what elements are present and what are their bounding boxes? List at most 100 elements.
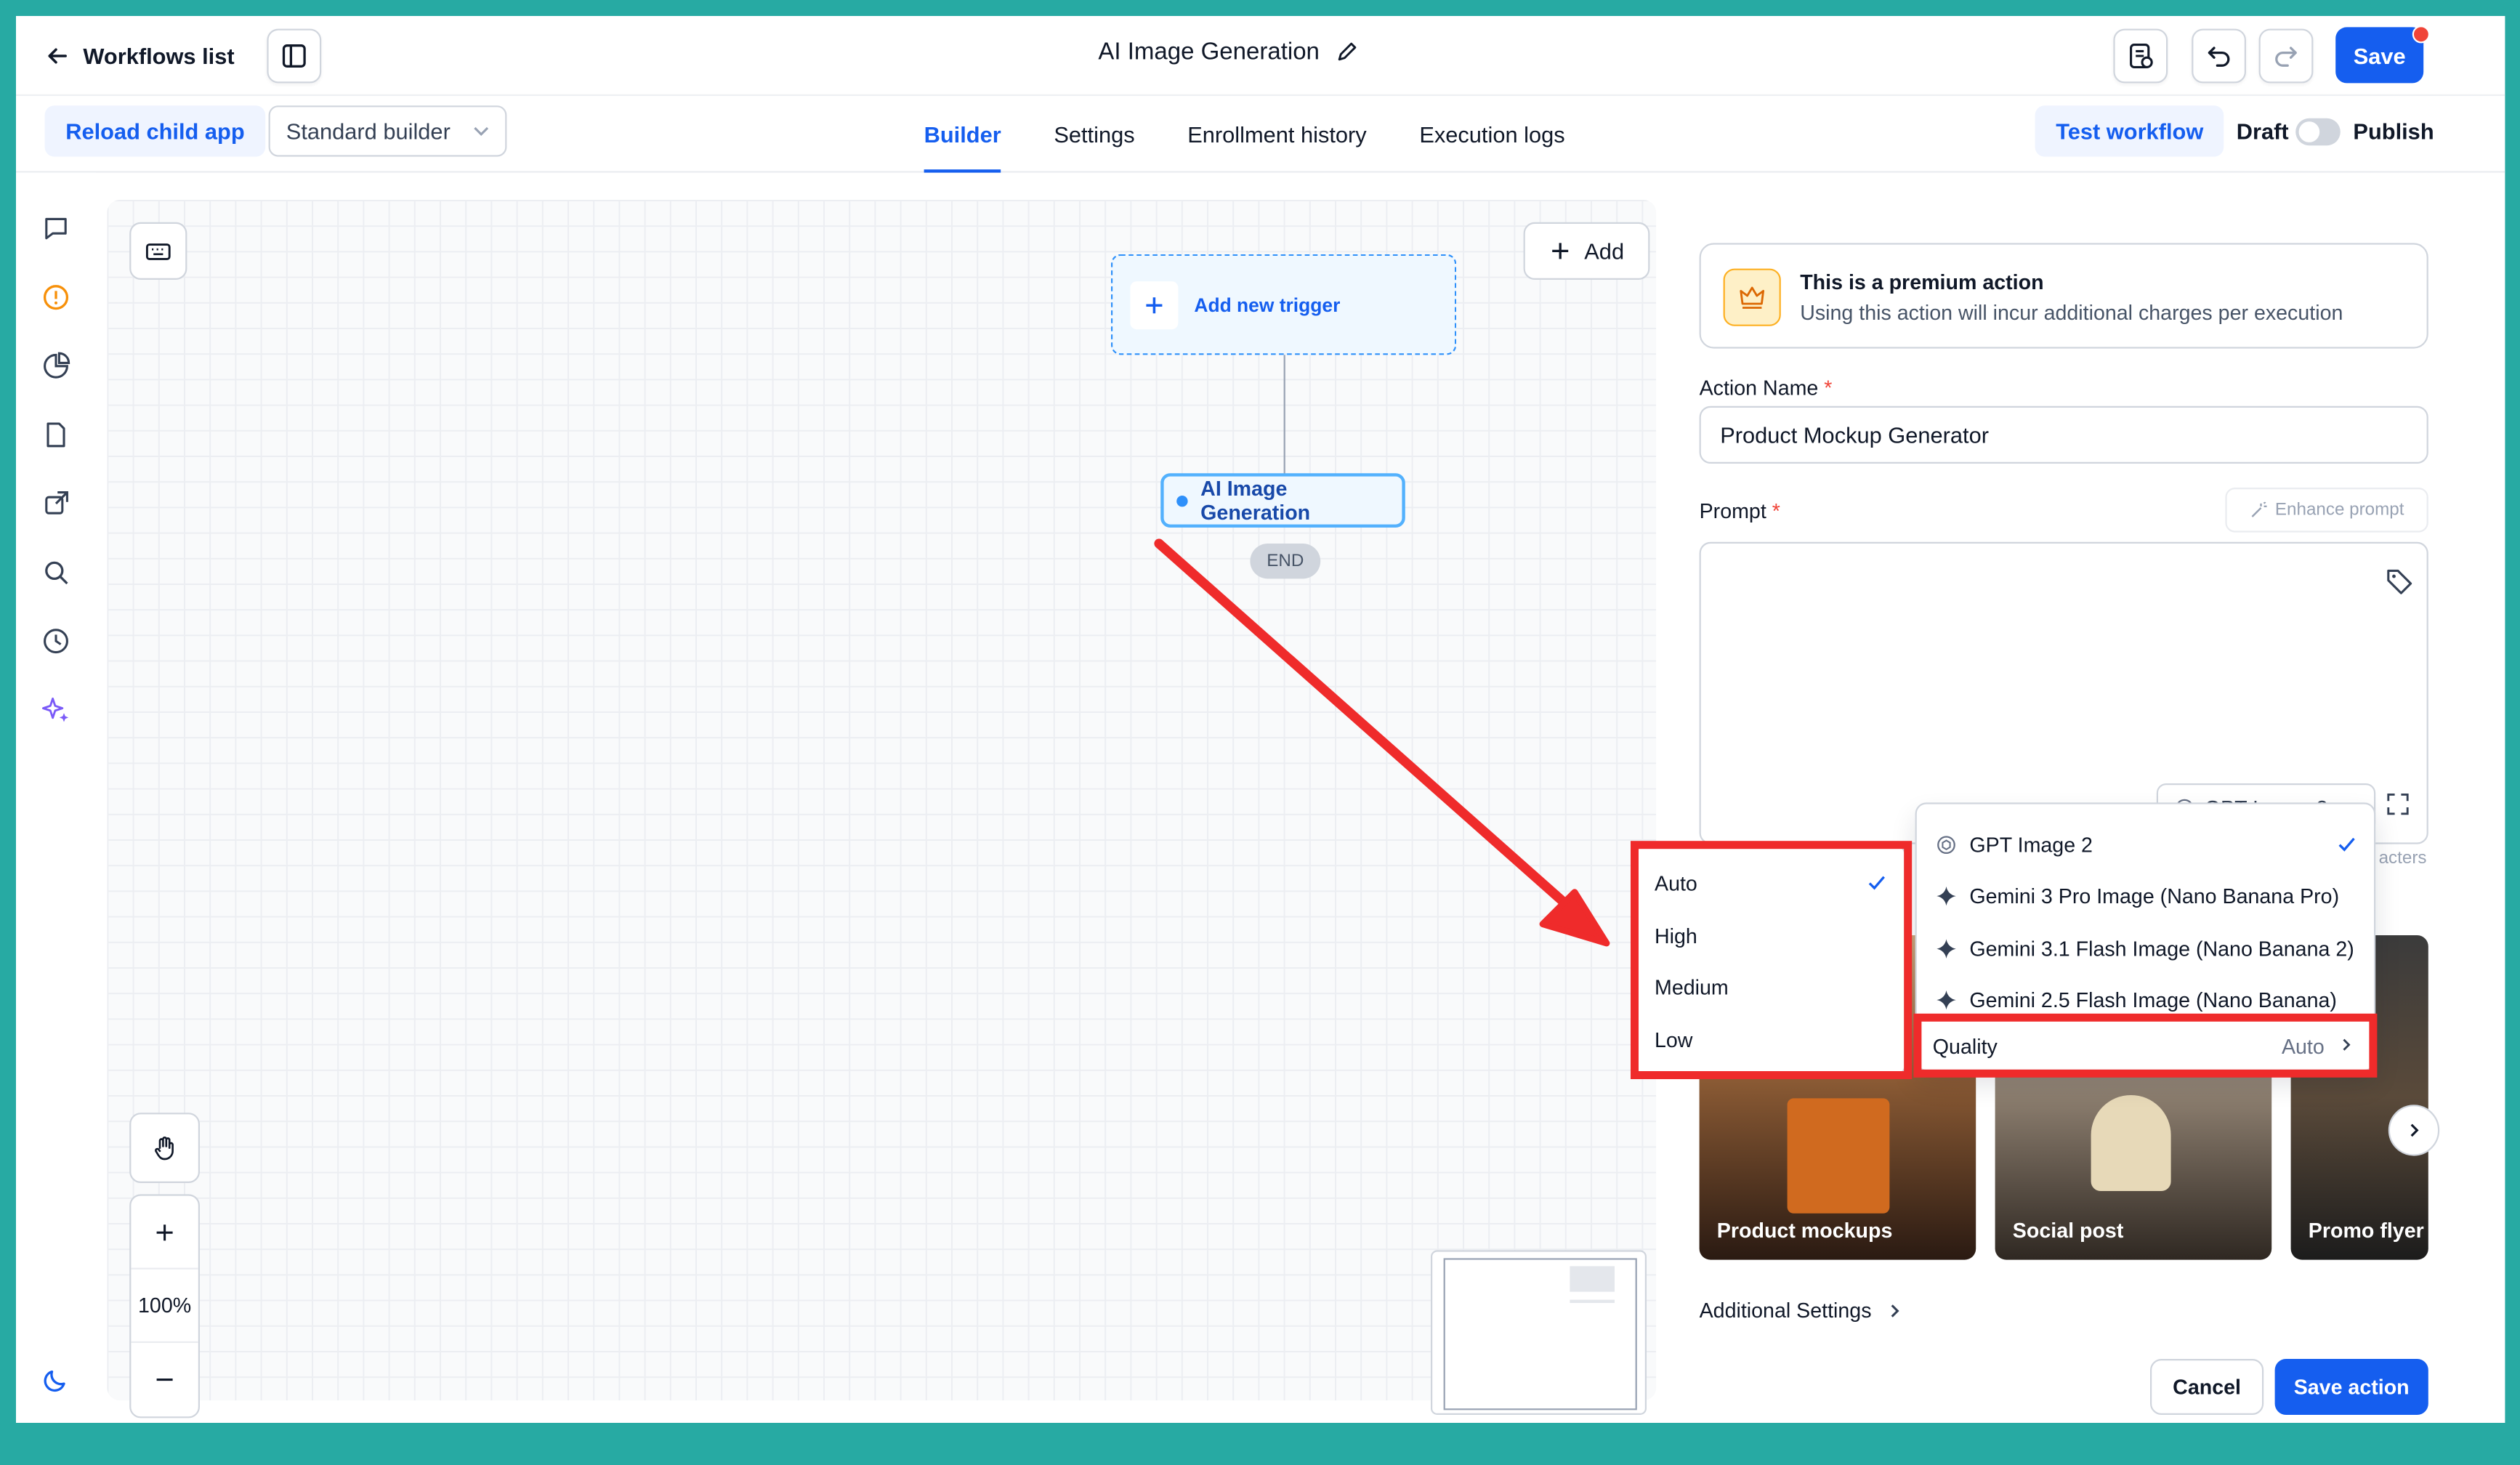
model-option-gemini-3-pro[interactable]: Gemini 3 Pro Image (Nano Banana Pro)	[1917, 870, 2374, 921]
logs-button[interactable]	[2113, 28, 2168, 84]
top-bar: Workflows list AI Image Generation Save	[16, 16, 2505, 96]
model-option-gpt-image-2[interactable]: GPT Image 2	[1917, 818, 2374, 869]
reload-child-app-button[interactable]: Reload child app	[44, 105, 266, 157]
minimap-node	[1570, 1266, 1615, 1292]
back-label: Workflows list	[83, 43, 235, 69]
template-caption: Promo flyer	[2308, 1218, 2424, 1243]
tab-enrollment-history[interactable]: Enrollment history	[1187, 96, 1367, 173]
model-option-label: GPT Image 2	[1969, 832, 2093, 857]
chevron-right-icon	[1890, 1304, 1899, 1317]
unsaved-indicator	[2412, 25, 2430, 44]
workflow-title-text: AI Image Generation	[1098, 38, 1320, 66]
history-icon[interactable]	[29, 614, 84, 669]
redo-button[interactable]	[2258, 28, 2314, 84]
action-config-panel: This is a premium action Using this acti…	[1675, 200, 2452, 1415]
person-graphic	[2091, 1095, 2171, 1191]
premium-description: Using this action will incur additional …	[1800, 300, 2343, 325]
template-caption: Social post	[2012, 1218, 2124, 1243]
test-workflow-button[interactable]: Test workflow	[2035, 105, 2224, 157]
minimap-node-line	[1570, 1299, 1615, 1303]
character-count: acters	[2378, 849, 2427, 868]
node-label: AI Image Generation	[1200, 476, 1311, 525]
tab-bar: Builder Settings Enrollment history Exec…	[924, 96, 1618, 173]
left-rail	[16, 172, 96, 1423]
document-list-icon	[2130, 44, 2153, 68]
gemini-sparkle-icon	[1937, 885, 1956, 905]
arrow-left-icon	[48, 48, 67, 64]
draft-label: Draft	[2236, 118, 2289, 144]
tab-builder[interactable]: Builder	[924, 96, 1002, 173]
carousel-next-button[interactable]	[2388, 1105, 2440, 1156]
file-icon[interactable]	[29, 408, 84, 462]
node-connector	[1283, 355, 1285, 477]
status-dot	[1176, 494, 1188, 507]
minimap-viewport	[1443, 1258, 1637, 1410]
tab-execution-logs[interactable]: Execution logs	[1419, 96, 1564, 173]
trigger-label: Add new trigger	[1194, 293, 1341, 316]
workflow-canvas[interactable]: Add Add new trigger AI Image Generation …	[107, 200, 1657, 1418]
chevron-right-icon	[2410, 1123, 2419, 1137]
gemini-sparkle-icon	[1937, 938, 1956, 958]
crown-icon	[1723, 268, 1781, 326]
plus-icon	[1130, 281, 1179, 329]
publish-toggle[interactable]	[2295, 118, 2341, 146]
pan-tool-group	[129, 1113, 200, 1183]
magic-wand-icon	[2251, 501, 2267, 517]
undo-button[interactable]	[2192, 28, 2246, 84]
action-name-label: Action Name *	[1700, 376, 1833, 400]
publish-label: Publish	[2353, 118, 2434, 144]
redo-icon	[2275, 47, 2297, 67]
minimap[interactable]	[1431, 1250, 1647, 1415]
pie-chart-icon[interactable]	[29, 339, 84, 393]
additional-settings-link[interactable]: Additional Settings	[1700, 1298, 1904, 1322]
plus-icon	[1552, 243, 1569, 259]
premium-notice: This is a premium action Using this acti…	[1699, 243, 2428, 349]
prompt-label-text: Prompt	[1699, 499, 1766, 523]
sparkles-icon[interactable]	[29, 682, 84, 737]
alert-icon[interactable]	[29, 270, 84, 325]
external-link-icon[interactable]	[29, 477, 84, 531]
plus-icon	[156, 1224, 173, 1240]
model-option-gemini-3-1-flash[interactable]: Gemini 3.1 Flash Image (Nano Banana 2)	[1917, 922, 2374, 973]
product-bottle-graphic	[1787, 1098, 1890, 1214]
template-caption: Product mockups	[1716, 1218, 1893, 1243]
add-new-trigger-node[interactable]: Add new trigger	[1111, 254, 1457, 355]
sidebar-icon	[282, 44, 306, 68]
moon-icon[interactable]	[29, 1352, 84, 1407]
add-label: Add	[1584, 238, 1625, 264]
action-name-label-text: Action Name	[1699, 376, 1819, 400]
openai-icon	[1937, 835, 1955, 853]
hand-icon[interactable]	[131, 1114, 198, 1181]
sub-bar: Reload child app Standard builder Builde…	[16, 96, 2505, 173]
zoom-in-button[interactable]	[131, 1196, 198, 1270]
prompt-label: Prompt *	[1700, 499, 1780, 522]
enhance-prompt-button[interactable]: Enhance prompt	[2225, 488, 2428, 533]
save-button[interactable]: Save	[2335, 27, 2424, 84]
end-marker: END	[1250, 544, 1321, 579]
expand-icon[interactable]	[2387, 793, 2410, 815]
zoom-out-button[interactable]	[131, 1343, 198, 1416]
chevron-down-icon	[474, 126, 489, 136]
app-window: Workflows list AI Image Generation Save …	[16, 16, 2505, 1423]
minus-icon	[156, 1379, 173, 1381]
zoom-controls: 100%	[129, 1113, 200, 1423]
toggle-sidebar-button[interactable]	[267, 28, 322, 84]
action-name-input[interactable]: Product Mockup Generator	[1699, 405, 2428, 464]
annotation-box-quality-row	[1913, 1013, 2378, 1078]
additional-settings-label: Additional Settings	[1699, 1298, 1872, 1323]
search-icon[interactable]	[29, 545, 84, 600]
chat-icon[interactable]	[29, 201, 84, 256]
tab-settings[interactable]: Settings	[1054, 96, 1134, 173]
premium-title: This is a premium action	[1800, 270, 2044, 294]
save-action-button[interactable]: Save action	[2274, 1359, 2428, 1415]
ai-image-generation-node[interactable]: AI Image Generation	[1160, 473, 1405, 528]
add-button[interactable]: Add	[1523, 222, 1650, 280]
pencil-icon[interactable]	[1336, 40, 1360, 64]
builder-select[interactable]: Standard builder	[268, 105, 507, 157]
keyboard-icon	[145, 243, 171, 260]
model-option-label: Gemini 3.1 Flash Image (Nano Banana 2)	[1969, 936, 2354, 961]
cancel-button[interactable]: Cancel	[2150, 1359, 2264, 1415]
tag-icon[interactable]	[2385, 566, 2414, 595]
keyboard-shortcuts-button[interactable]	[129, 222, 187, 280]
back-to-workflows-link[interactable]: Workflows list	[45, 35, 235, 76]
